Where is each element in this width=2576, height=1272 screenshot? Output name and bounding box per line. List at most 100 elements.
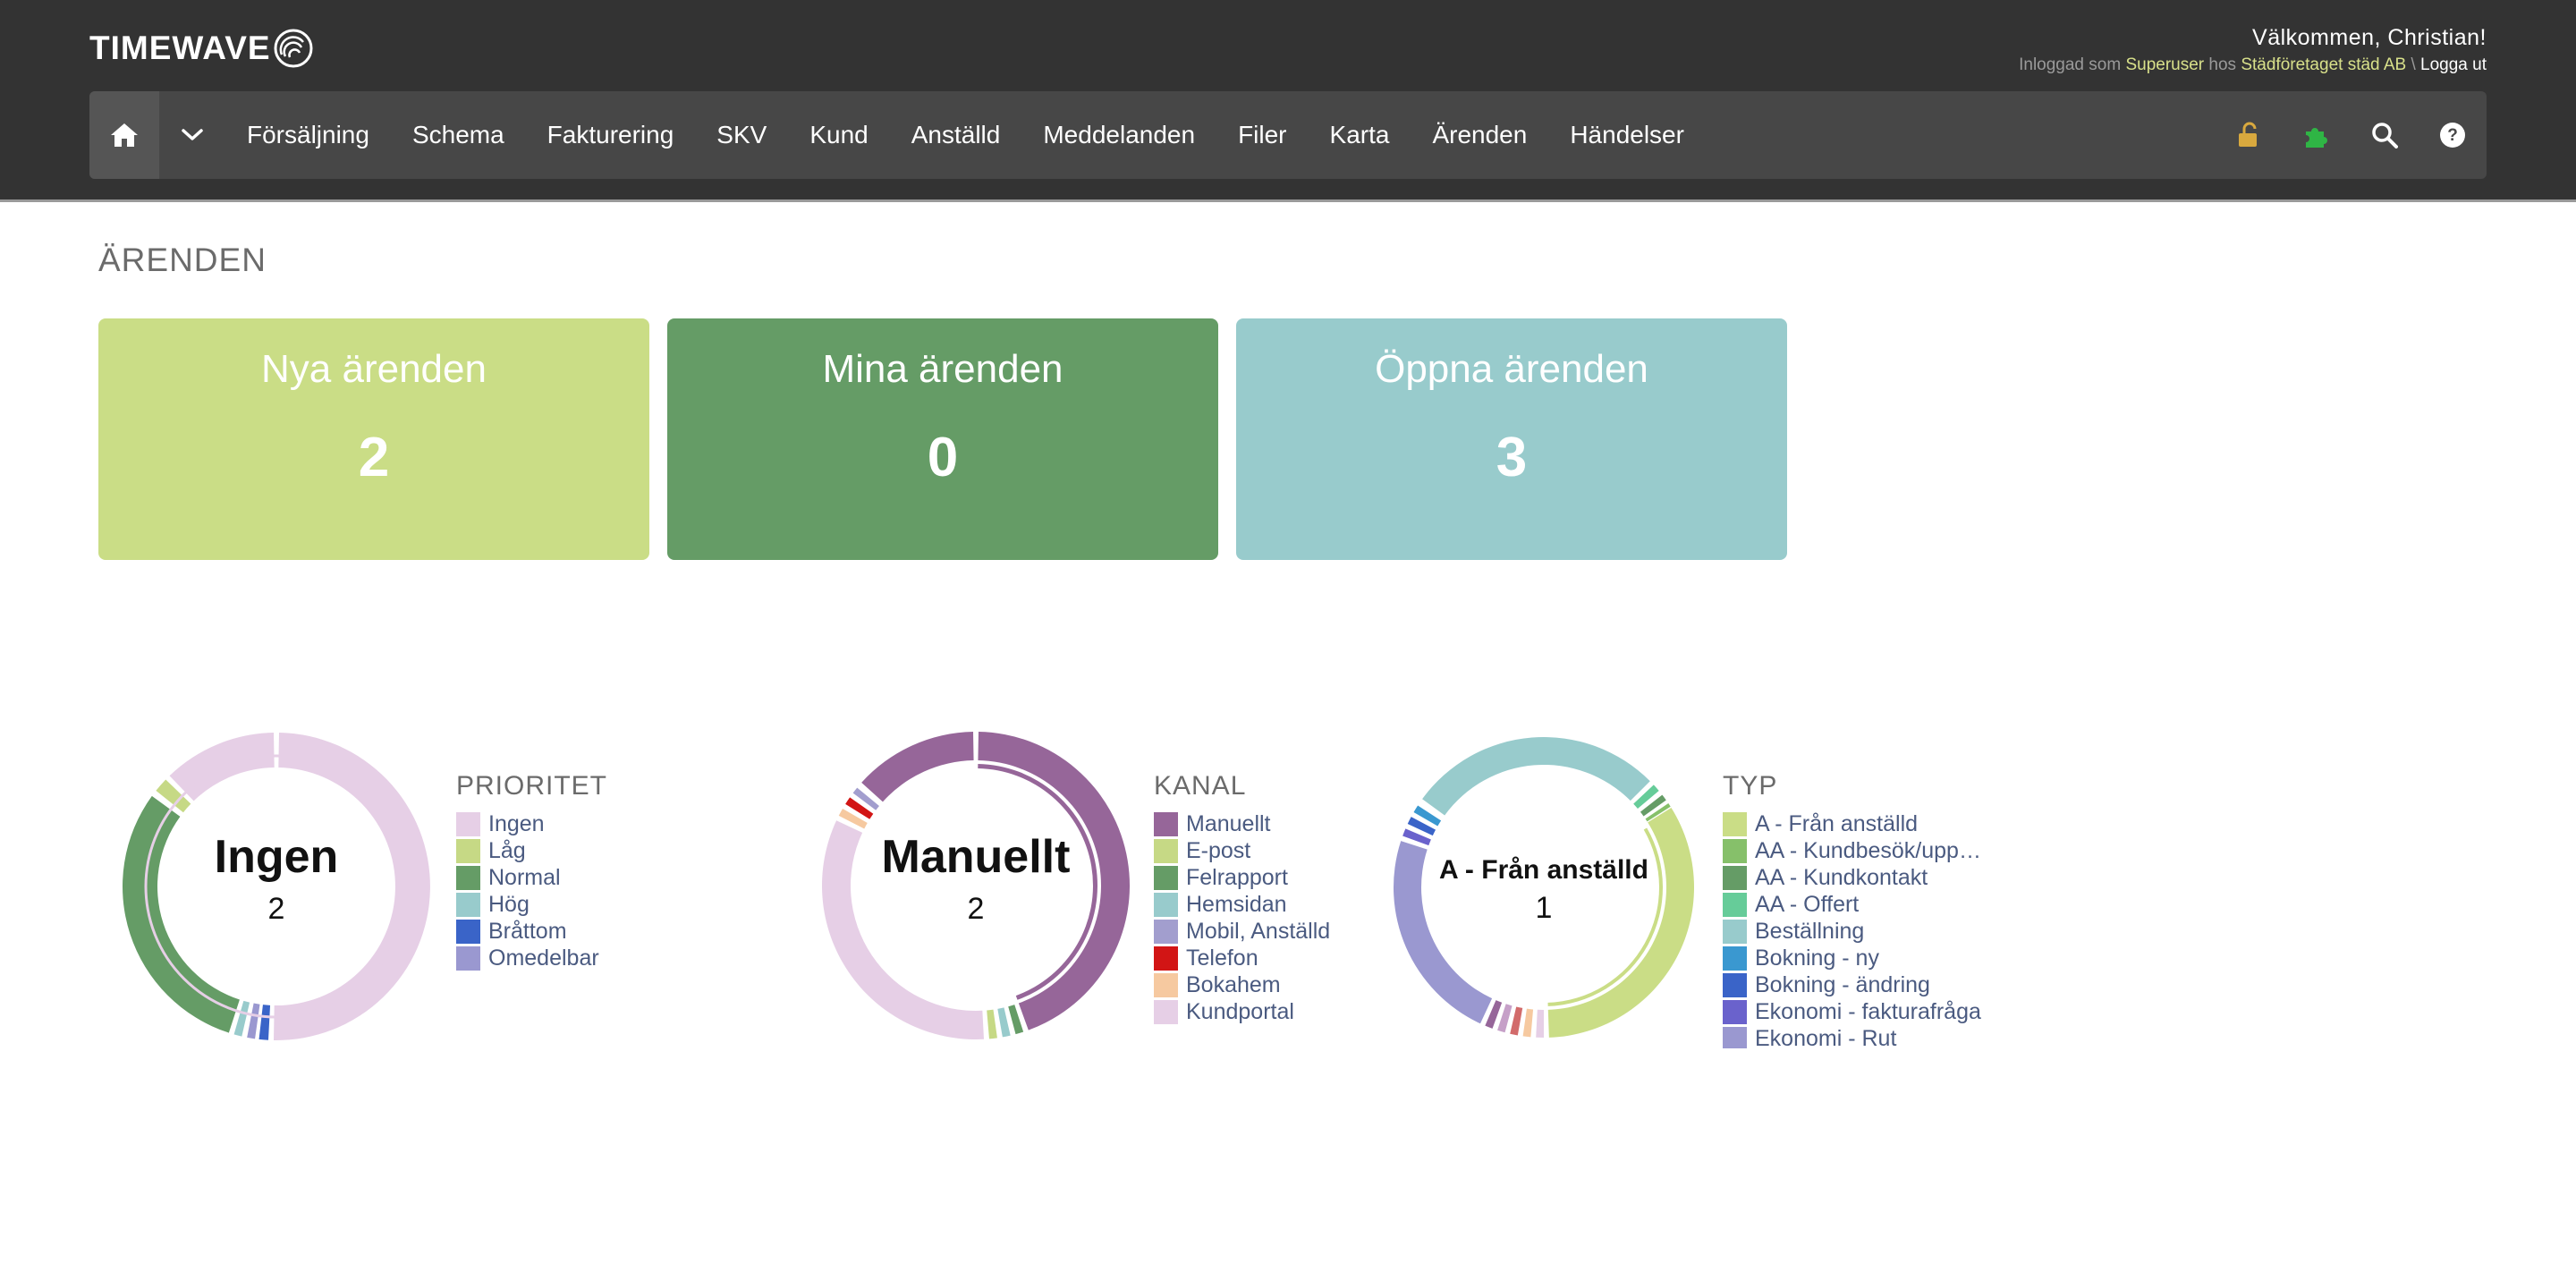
legend-swatch xyxy=(456,838,480,863)
legend-title: PRIORITET xyxy=(456,771,608,801)
type-legend: TYP A - Från anställd AA - Kundbesök/upp…… xyxy=(1723,771,1981,1048)
legend-label: Hög xyxy=(488,891,530,917)
legend-item[interactable]: Bråttom xyxy=(456,918,607,945)
svg-text:?: ? xyxy=(2447,126,2458,145)
legend-label: Normal xyxy=(488,864,561,890)
slice-bestallning[interactable] xyxy=(1422,737,1650,816)
legend-item[interactable]: Omedelbar xyxy=(456,945,607,971)
legend-swatch xyxy=(1723,811,1747,836)
legend-swatch xyxy=(456,865,480,890)
help-button[interactable]: ? xyxy=(2419,91,2487,179)
tile-label: Mina ärenden xyxy=(822,347,1063,391)
login-mid: hos xyxy=(2208,55,2237,74)
app-root: TIMEWAVE Välkommen, Christian! Inloggad … xyxy=(0,0,2576,1272)
legend-item[interactable]: Manuellt xyxy=(1154,810,1330,837)
legend-label: AA - Offert xyxy=(1755,891,1860,917)
legend-item[interactable]: Bokning - ny xyxy=(1723,945,1981,971)
legend-item[interactable]: Bokahem xyxy=(1154,971,1330,998)
login-info: Inloggad som Superuser hos Städföretaget… xyxy=(2019,55,2487,75)
tile-open-cases[interactable]: Öppna ärenden 3 xyxy=(1236,318,1787,560)
slice-misc-2[interactable] xyxy=(1522,1008,1534,1038)
legend-label: Bokahem xyxy=(1186,971,1281,997)
main-navbar: Försäljning Schema Fakturering SKV Kund … xyxy=(89,91,2487,179)
legend-item[interactable]: Normal xyxy=(456,864,607,891)
legend-item[interactable]: Hög xyxy=(456,891,607,918)
donut-center-label: A - Från anställd xyxy=(1439,855,1648,885)
legend-label: Hemsidan xyxy=(1186,891,1287,917)
legend-item[interactable]: Mobil, Anställd xyxy=(1154,918,1330,945)
legend-item[interactable]: Hemsidan xyxy=(1154,891,1330,918)
tile-my-cases[interactable]: Mina ärenden 0 xyxy=(667,318,1218,560)
puzzle-button[interactable] xyxy=(2283,91,2351,179)
legend-item[interactable]: AA - Kundkontakt xyxy=(1723,864,1981,891)
legend-label: Ekonomi - fakturafråga xyxy=(1755,998,1981,1024)
legend-item[interactable]: AA - Kundbesök/upp… xyxy=(1723,837,1981,864)
nav-item-handelser[interactable]: Händelser xyxy=(1548,91,1706,179)
slice-misc-1[interactable] xyxy=(1536,1009,1544,1038)
nav-icon-group: ? xyxy=(2215,91,2487,179)
search-button[interactable] xyxy=(2351,91,2419,179)
home-icon xyxy=(111,123,138,147)
channel-donut-chart[interactable]: Manuellt 2 xyxy=(814,716,1136,1056)
legend-item[interactable]: Telefon xyxy=(1154,945,1330,971)
nav-menu-toggle[interactable] xyxy=(159,91,225,179)
legend-swatch xyxy=(1723,1026,1747,1048)
login-separator: \ xyxy=(2411,55,2416,74)
nav-item-filer[interactable]: Filer xyxy=(1216,91,1308,179)
legend-swatch xyxy=(456,919,480,944)
top-header: TIMEWAVE Välkommen, Christian! Inloggad … xyxy=(0,0,2576,202)
legend-label: Beställning xyxy=(1755,918,1865,944)
unlock-button[interactable] xyxy=(2215,91,2283,179)
channel-legend: KANAL Manuellt E-post Felrapport Hemsidan Mo… xyxy=(1154,771,1330,1025)
nav-item-anstalld[interactable]: Anställd xyxy=(890,91,1022,179)
tile-label: Öppna ärenden xyxy=(1375,347,1648,391)
user-role-link[interactable]: Superuser xyxy=(2125,55,2204,74)
nav-item-forsaljning[interactable]: Försäljning xyxy=(225,91,391,179)
legend-swatch xyxy=(1723,919,1747,944)
legend-label: AA - Kundkontakt xyxy=(1755,864,1928,890)
legend-swatch xyxy=(1723,838,1747,863)
priority-donut-chart[interactable]: Ingen 2 xyxy=(116,716,438,1056)
nav-home-button[interactable] xyxy=(89,91,159,179)
nav-item-schema[interactable]: Schema xyxy=(391,91,526,179)
legend-item[interactable]: Låg xyxy=(456,837,607,864)
nav-item-skv[interactable]: SKV xyxy=(695,91,788,179)
timewave-logo[interactable]: TIMEWAVE xyxy=(89,25,314,72)
slice-omedelbar[interactable] xyxy=(247,1003,260,1039)
nav-item-arenden[interactable]: Ärenden xyxy=(1411,91,1548,179)
company-link[interactable]: Städföretaget städ AB xyxy=(2241,55,2406,74)
slice-hemsidan[interactable] xyxy=(997,1007,1011,1038)
nav-item-meddelanden[interactable]: Meddelanden xyxy=(1021,91,1216,179)
slice-manuellt-2[interactable] xyxy=(861,732,974,802)
slice-e-post[interactable] xyxy=(987,1009,997,1039)
legend-item[interactable]: Kundportal xyxy=(1154,998,1330,1025)
legend-item[interactable]: A - Från anställd xyxy=(1723,810,1981,837)
legend-label: Bokning - ny xyxy=(1755,945,1879,971)
legend-item[interactable]: Ingen xyxy=(456,810,607,837)
legend-swatch xyxy=(1723,946,1747,971)
tile-new-cases[interactable]: Nya ärenden 2 xyxy=(98,318,649,560)
nav-item-fakturering[interactable]: Fakturering xyxy=(526,91,696,179)
logout-link[interactable]: Logga ut xyxy=(2420,55,2487,74)
type-donut-chart[interactable]: A - Från anställd 1 xyxy=(1382,716,1704,1056)
legend-swatch xyxy=(1723,865,1747,890)
tile-count: 2 xyxy=(358,427,390,488)
donut-center-value: 2 xyxy=(268,892,285,926)
legend-label: Ingen xyxy=(488,810,545,836)
legend-item[interactable]: Beställning xyxy=(1723,918,1981,945)
donut-inner-ring xyxy=(144,754,409,1019)
legend-item[interactable]: Ekonomi - fakturafråga xyxy=(1723,998,1981,1025)
legend-item[interactable]: E-post xyxy=(1154,837,1330,864)
page-title: ÄRENDEN xyxy=(98,242,267,278)
legend-item[interactable]: AA - Offert xyxy=(1723,891,1981,918)
nav-items: Försäljning Schema Fakturering SKV Kund … xyxy=(225,91,1706,179)
slice-brattom[interactable] xyxy=(258,1005,271,1040)
slice-misc-3[interactable] xyxy=(1510,1006,1523,1036)
legend-item[interactable]: Bokning - ändring xyxy=(1723,971,1981,998)
nav-item-kund[interactable]: Kund xyxy=(788,91,889,179)
legend-item[interactable]: Felrapport xyxy=(1154,864,1330,891)
legend-item[interactable]: Ekonomi - Rut xyxy=(1723,1025,1981,1048)
logo-text: TIMEWAVE xyxy=(89,30,271,66)
tile-label: Nya ärenden xyxy=(261,347,487,391)
nav-item-karta[interactable]: Karta xyxy=(1309,91,1411,179)
